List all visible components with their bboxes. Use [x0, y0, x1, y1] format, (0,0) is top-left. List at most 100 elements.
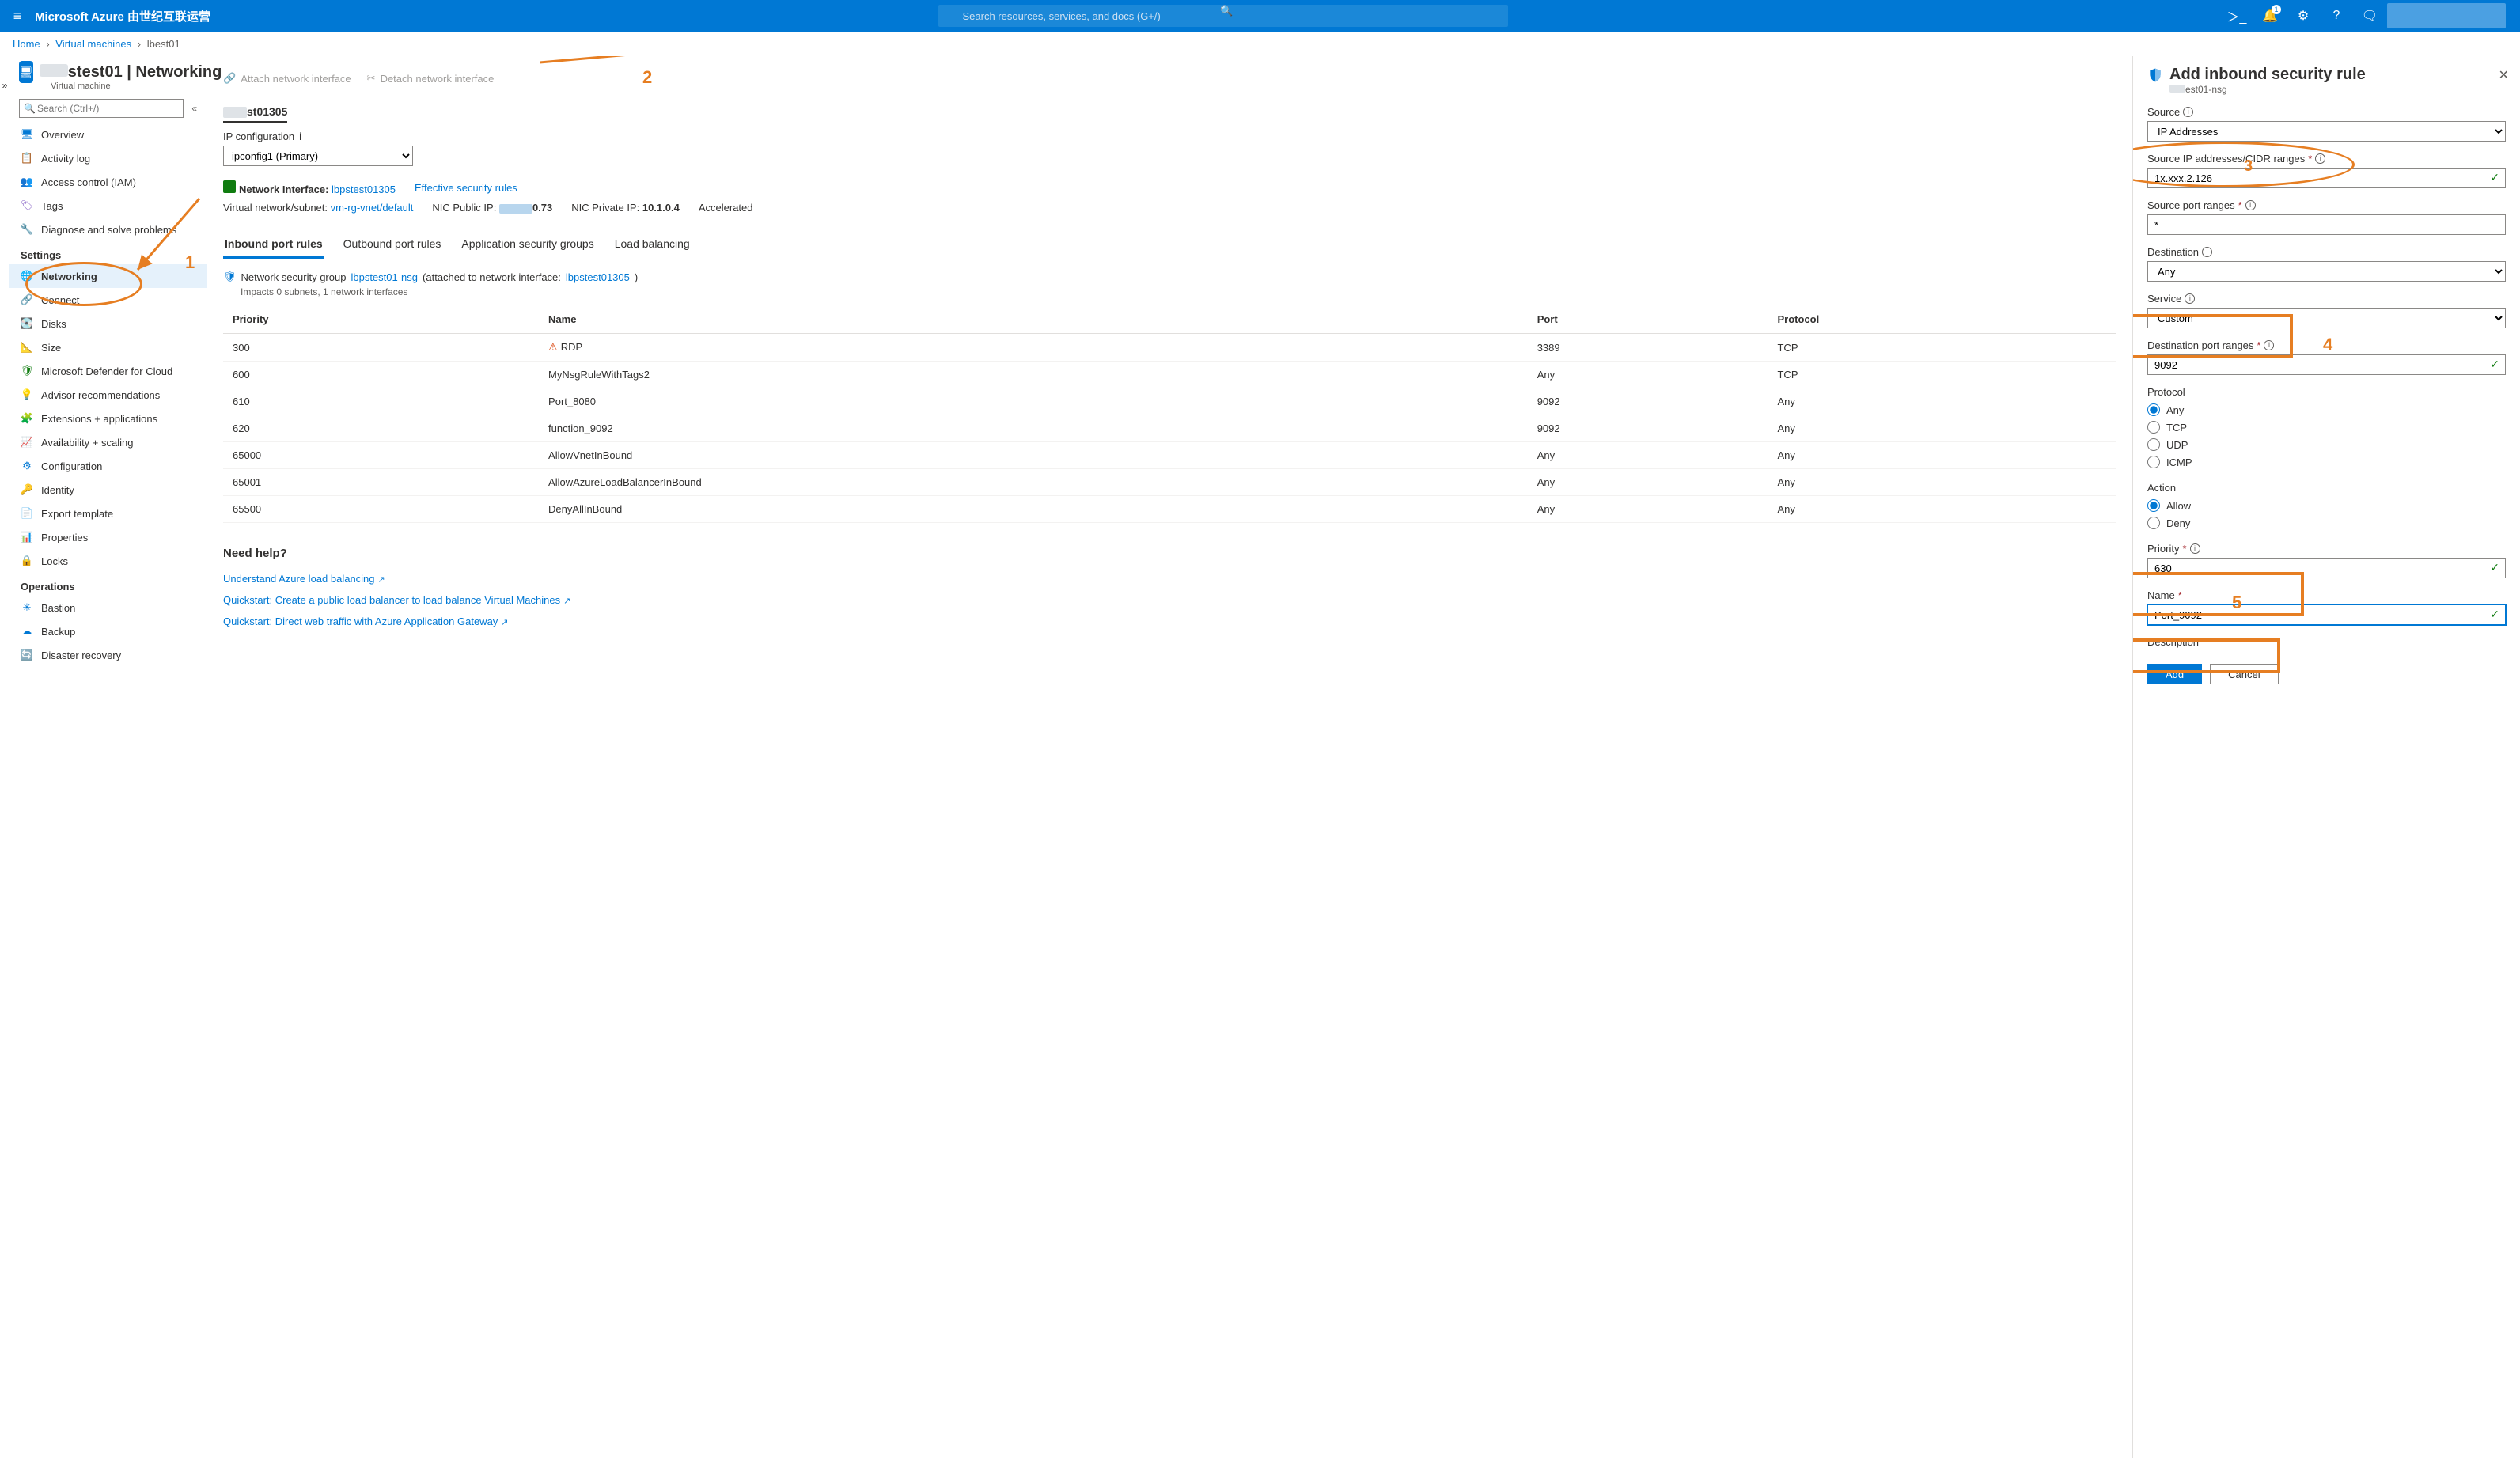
info-icon[interactable]: i — [2202, 247, 2212, 257]
add-button[interactable]: Add — [2147, 664, 2202, 684]
cloud-shell-icon[interactable]: ＞_ — [2221, 0, 2253, 32]
nav-icon: 🔄 — [21, 649, 33, 661]
sidebar-item-advisor-recommendations[interactable]: 💡Advisor recommendations — [9, 383, 207, 407]
source-select[interactable]: IP Addresses — [2147, 121, 2506, 142]
srcport-input[interactable] — [2147, 214, 2506, 235]
radio-input[interactable] — [2147, 499, 2160, 512]
external-icon: ↗ — [501, 618, 508, 627]
cancel-button[interactable]: Cancel — [2210, 664, 2278, 684]
sidebar-item-microsoft-defender-for-cloud[interactable]: 🛡Microsoft Defender for Cloud — [9, 359, 207, 383]
help-link[interactable]: Quickstart: Direct web traffic with Azur… — [223, 611, 2116, 632]
radio-action-deny[interactable]: Deny — [2147, 514, 2506, 532]
sidebar-item-disaster-recovery[interactable]: 🔄Disaster recovery — [9, 643, 207, 667]
radio-action-allow[interactable]: Allow — [2147, 497, 2506, 514]
menu-icon[interactable]: ≡ — [0, 8, 35, 25]
info-icon[interactable]: i — [2183, 107, 2193, 117]
ni-link[interactable]: lbpstest01305 — [332, 184, 396, 195]
sidebar-item-extensions-applications[interactable]: 🧩Extensions + applications — [9, 407, 207, 430]
sidebar-item-bastion[interactable]: ✳Bastion — [9, 596, 207, 619]
sidebar-item-connect[interactable]: 🔗Connect — [9, 288, 207, 312]
blade-search-input[interactable] — [19, 99, 184, 118]
sidebar-item-access-control-iam-[interactable]: 👥Access control (IAM) — [9, 170, 207, 194]
info-icon[interactable]: i — [2190, 543, 2200, 554]
tab-lb[interactable]: Load balancing — [613, 231, 692, 259]
tab-outbound[interactable]: Outbound port rules — [342, 231, 443, 259]
radio-input[interactable] — [2147, 517, 2160, 529]
table-row[interactable]: 610Port_80809092Any — [223, 388, 2116, 415]
close-panel-icon[interactable]: ✕ — [2499, 67, 2509, 83]
nav-label: Diagnose and solve problems — [41, 224, 176, 236]
sidebar-item-properties[interactable]: 📊Properties — [9, 525, 207, 549]
srcip-input[interactable] — [2147, 168, 2506, 188]
nsg-iface-link[interactable]: lbpstest01305 — [566, 271, 630, 283]
radio-input[interactable] — [2147, 438, 2160, 451]
radio-proto-udp[interactable]: UDP — [2147, 436, 2506, 453]
nav-icon: 🔗 — [21, 293, 33, 306]
vnet-link[interactable]: vm-rg-vnet/default — [331, 202, 414, 214]
settings-gear-icon[interactable]: ⚙ — [2287, 0, 2319, 32]
sidebar-item-locks[interactable]: 🔒Locks — [9, 549, 207, 573]
table-row[interactable]: 300⚠RDP3389TCP — [223, 334, 2116, 362]
sidebar-item-backup[interactable]: ☁Backup — [9, 619, 207, 643]
info-icon[interactable]: i — [2315, 153, 2325, 164]
radio-proto-icmp[interactable]: ICMP — [2147, 453, 2506, 471]
sidebar-item-diagnose-and-solve-problems[interactable]: 🔧Diagnose and solve problems — [9, 218, 207, 241]
table-row[interactable]: 600MyNsgRuleWithTags2AnyTCP — [223, 362, 2116, 388]
sidebar-item-disks[interactable]: 💽Disks — [9, 312, 207, 335]
tab-asg[interactable]: Application security groups — [460, 231, 595, 259]
rules-tabs: Inbound port rules Outbound port rules A… — [223, 231, 2116, 259]
radio-input[interactable] — [2147, 421, 2160, 434]
table-row[interactable]: 65500DenyAllInBoundAnyAny — [223, 496, 2116, 523]
feedback-icon[interactable]: 🗨 — [2354, 0, 2385, 32]
sidebar-item-networking[interactable]: 🌐Networking — [9, 264, 207, 288]
nsg-link[interactable]: lbpstest01-nsg — [351, 271, 418, 283]
sidebar-item-configuration[interactable]: ⚙Configuration — [9, 454, 207, 478]
dest-select[interactable]: Any — [2147, 261, 2506, 282]
th-name[interactable]: Name — [539, 305, 1528, 334]
priority-input[interactable] — [2147, 558, 2506, 578]
table-row[interactable]: 65001AllowAzureLoadBalancerInBoundAnyAny — [223, 469, 2116, 496]
sidebar-item-export-template[interactable]: 📄Export template — [9, 502, 207, 525]
help-link[interactable]: Understand Azure load balancing↗ — [223, 568, 2116, 589]
nav-label: Extensions + applications — [41, 413, 157, 425]
sidebar-item-activity-log[interactable]: 📋Activity log — [9, 146, 207, 170]
sidebar-item-identity[interactable]: 🔑Identity — [9, 478, 207, 502]
nic-tab[interactable]: st01305 — [223, 97, 287, 123]
breadcrumb-vms[interactable]: Virtual machines — [55, 38, 131, 50]
sidebar-item-overview[interactable]: 🖥Overview — [9, 123, 207, 146]
sidebar-item-size[interactable]: 📐Size — [9, 335, 207, 359]
collapse-blade-icon[interactable]: « — [191, 103, 197, 114]
sidebar-item-availability-scaling[interactable]: 📈Availability + scaling — [9, 430, 207, 454]
info-icon[interactable]: i — [299, 131, 301, 142]
service-select[interactable]: Custom — [2147, 308, 2506, 328]
radio-label: Any — [2166, 404, 2184, 416]
table-row[interactable]: 65000AllowVnetInBoundAnyAny — [223, 442, 2116, 469]
th-port[interactable]: Port — [1528, 305, 1768, 334]
nsg-line: 🛡 Network security group lbpstest01-nsg … — [223, 259, 2116, 286]
th-protocol[interactable]: Protocol — [1768, 305, 2116, 334]
breadcrumb-home[interactable]: Home — [13, 38, 40, 50]
effective-rules-link[interactable]: Effective security rules — [415, 182, 517, 194]
help-icon[interactable]: ? — [2321, 0, 2352, 32]
radio-input[interactable] — [2147, 403, 2160, 416]
info-icon[interactable]: i — [2264, 340, 2274, 350]
account-blurred[interactable] — [2387, 3, 2506, 28]
nav-label: Advisor recommendations — [41, 389, 160, 401]
expand-rail-icon[interactable]: » — [2, 80, 8, 91]
nav-label: Tags — [41, 200, 63, 212]
name-input[interactable] — [2147, 604, 2506, 625]
notifications-icon[interactable]: 🔔1 — [2254, 0, 2286, 32]
table-row[interactable]: 620function_90929092Any — [223, 415, 2116, 442]
radio-proto-any[interactable]: Any — [2147, 401, 2506, 418]
nav-icon: 🛡 — [21, 365, 33, 377]
help-link[interactable]: Quickstart: Create a public load balance… — [223, 589, 2116, 611]
info-icon[interactable]: i — [2245, 200, 2256, 210]
destport-input[interactable] — [2147, 354, 2506, 375]
info-icon[interactable]: i — [2185, 293, 2195, 304]
sidebar-item-tags[interactable]: 🏷Tags — [9, 194, 207, 218]
tab-inbound[interactable]: Inbound port rules — [223, 231, 324, 259]
radio-proto-tcp[interactable]: TCP — [2147, 418, 2506, 436]
th-priority[interactable]: Priority — [223, 305, 539, 334]
radio-input[interactable] — [2147, 456, 2160, 468]
ipconfig-select[interactable]: ipconfig1 (Primary) — [223, 146, 413, 166]
